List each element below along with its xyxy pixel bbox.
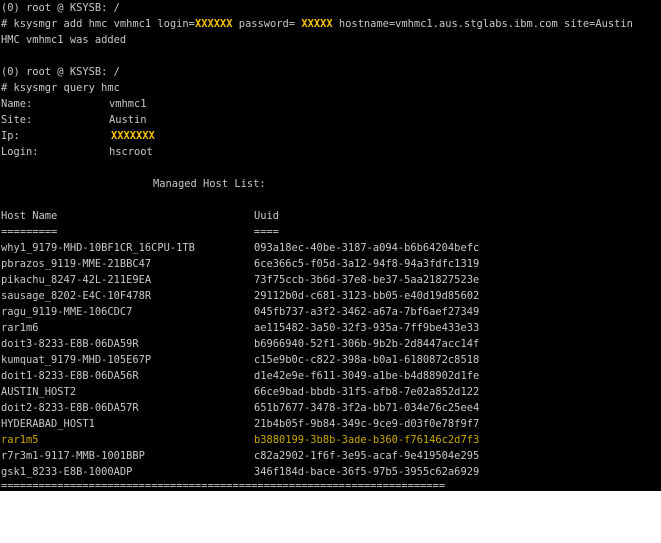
table-row: HYDERABAD_HOST1 21b4b05f-9b84-349c-9ce9-d… bbox=[1, 416, 601, 432]
command-add-hmc: # ksysmgr add hmc vmhmc1 login=XXXXXX pa… bbox=[1, 16, 633, 32]
table-row: sausage_8202-E4C-10F478R 29112b0d-c681-31… bbox=[1, 288, 601, 304]
host-uuid: c82a2902-1f6f-3e95-acaf-9e419504e295 bbox=[254, 450, 480, 462]
table-row: pikachu_8247-42L-211E9EA 73f75ccb-3b6d-37… bbox=[1, 272, 601, 288]
table-row: ragu_9119-MME-106CDC7 045fb737-a3f2-3462-… bbox=[1, 304, 601, 320]
info-ip-label: Ip: bbox=[1, 130, 20, 142]
host-uuid: 045fb737-a3f2-3462-a67a-7bf6aef27349 bbox=[254, 306, 480, 318]
table-header-rule: ========= ==== bbox=[1, 224, 601, 240]
info-login-value: hscroot bbox=[109, 146, 153, 158]
masked-ip: XXXXXXX bbox=[111, 130, 155, 142]
table-header-row: Host Name Uuid bbox=[1, 208, 601, 224]
host-name: r7r3m1-9117-MMB-1001BBP bbox=[1, 450, 145, 462]
header-rule-uuid: ==== bbox=[254, 226, 280, 238]
table-row-highlighted: rar1m5 b3880199-3b8b-3ade-b360-f76146c2d7… bbox=[1, 432, 601, 448]
info-site-row: Site: Austin bbox=[1, 112, 147, 128]
host-name: kumquat_9179-MHD-105E67P bbox=[1, 354, 152, 366]
host-uuid: 6ce366c5-f05d-3a12-94f8-94a3fdfc1319 bbox=[254, 258, 480, 270]
managed-host-title-row: Managed Host List: bbox=[1, 176, 601, 192]
host-name: gsk1_8233-E8B-1000ADP bbox=[1, 466, 133, 478]
host-uuid: 651b7677-3478-3f2a-bb71-034e76c25ee4 bbox=[254, 402, 480, 414]
masked-password: XXXXX bbox=[301, 18, 333, 30]
host-uuid: 21b4b05f-9b84-349c-9ce9-d03f0e78f9f7 bbox=[254, 418, 480, 430]
info-name-row: Name: vmhmc1 bbox=[1, 96, 147, 112]
table-row: doit1-8233-E8B-06DA56R d1e42e9e-f611-3049… bbox=[1, 368, 601, 384]
table-row: doit2-8233-E8B-06DA57R 651b7677-3478-3f2a… bbox=[1, 400, 601, 416]
host-uuid: b6966940-52f1-306b-9b2b-2d8447acc14f bbox=[254, 338, 480, 350]
info-site-label: Site: bbox=[1, 114, 33, 126]
managed-host-list-title: Managed Host List: bbox=[153, 178, 266, 190]
shell-prompt: (0) root @ KSYSB: / bbox=[1, 2, 120, 14]
info-login-row: Login: hscroot bbox=[1, 144, 153, 160]
host-uuid: 73f75ccb-3b6d-37e8-be37-5aa21827523e bbox=[254, 274, 480, 286]
host-name: doit1-8233-E8B-06DA56R bbox=[1, 370, 139, 382]
info-ip-row: Ip: XXXXXXX bbox=[1, 128, 155, 144]
table-row: why1_9179-MHD-10BF1CR_16CPU-1TB 093a18ec-… bbox=[1, 240, 601, 256]
add-result-message: HMC vmhmc1 was added bbox=[1, 34, 127, 46]
command-add-mid: password= bbox=[232, 18, 302, 30]
host-uuid: 66ce9bad-bbdb-31f5-afb8-7e02a852d122 bbox=[254, 386, 480, 398]
column-header-host-name: Host Name bbox=[1, 210, 58, 222]
table-row: kumquat_9179-MHD-105E67P c15e9b0c-c822-39… bbox=[1, 352, 601, 368]
command-query-hmc: # ksysmgr query hmc bbox=[1, 82, 120, 94]
host-name: why1_9179-MHD-10BF1CR_16CPU-1TB bbox=[1, 242, 195, 254]
host-name: doit2-8233-E8B-06DA57R bbox=[1, 402, 139, 414]
command-add-suffix: hostname=vmhmc1.aus.stglabs.ibm.com site… bbox=[332, 18, 633, 30]
host-name: ragu_9119-MME-106CDC7 bbox=[1, 306, 133, 318]
host-uuid: ae115482-3a50-32f3-935a-7ff9be433e33 bbox=[254, 322, 480, 334]
host-uuid: d1e42e9e-f611-3049-a1be-b4d88902d1fe bbox=[254, 370, 480, 382]
host-name: rar1m5 bbox=[1, 434, 39, 446]
host-name: doit3-8233-E8B-06DA59R bbox=[1, 338, 139, 350]
host-name: pikachu_8247-42L-211E9EA bbox=[1, 274, 152, 286]
info-login-label: Login: bbox=[1, 146, 39, 158]
host-uuid: 093a18ec-40be-3187-a094-b6b64204befc bbox=[254, 242, 480, 254]
info-site-value: Austin bbox=[109, 114, 147, 126]
command-add-prefix: # ksysmgr add hmc vmhmc1 login= bbox=[1, 18, 195, 30]
terminal-window[interactable]: (0) root @ KSYSB: / # ksysmgr add hmc vm… bbox=[0, 0, 661, 491]
table-row: rar1m6 ae115482-3a50-32f3-935a-7ff9be433e… bbox=[1, 320, 601, 336]
info-name-label: Name: bbox=[1, 98, 33, 110]
table-row: doit3-8233-E8B-06DA59R b6966940-52f1-306b… bbox=[1, 336, 601, 352]
host-uuid: b3880199-3b8b-3ade-b360-f76146c2d7f3 bbox=[254, 434, 480, 446]
host-name: HYDERABAD_HOST1 bbox=[1, 418, 95, 430]
host-name: sausage_8202-E4C-10F478R bbox=[1, 290, 152, 302]
host-uuid: 29112b0d-c681-3123-bb05-e40d19d85602 bbox=[254, 290, 480, 302]
table-row: r7r3m1-9117-MMB-1001BBP c82a2902-1f6f-3e9… bbox=[1, 448, 601, 464]
table-row: pbrazos_9119-MME-21BBC47 6ce366c5-f05d-3a… bbox=[1, 256, 601, 272]
masked-login: XXXXXX bbox=[194, 18, 233, 30]
column-header-uuid: Uuid bbox=[254, 210, 280, 222]
header-rule-host: ========= bbox=[1, 226, 58, 238]
host-name: pbrazos_9119-MME-21BBC47 bbox=[1, 258, 152, 270]
host-uuid: c15e9b0c-c822-398a-b0a1-6180872c8518 bbox=[254, 354, 480, 366]
table-footer-rule: ========================================… bbox=[1, 480, 446, 491]
host-name: AUSTIN_HOST2 bbox=[1, 386, 77, 398]
host-name: rar1m6 bbox=[1, 322, 39, 334]
shell-prompt: (0) root @ KSYSB: / bbox=[1, 66, 120, 78]
info-name-value: vmhmc1 bbox=[109, 98, 147, 110]
table-row: AUSTIN_HOST2 66ce9bad-bbdb-31f5-afb8-7e02… bbox=[1, 384, 601, 400]
